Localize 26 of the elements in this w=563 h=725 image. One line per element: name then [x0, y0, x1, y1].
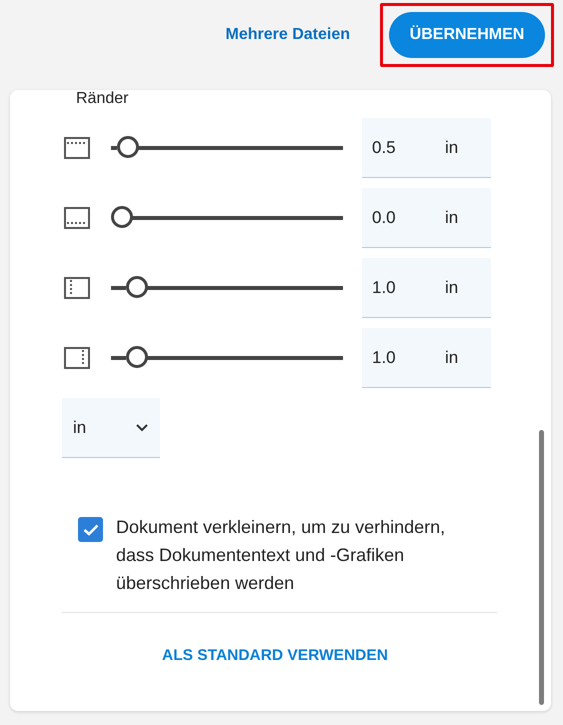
unit-dropdown[interactable]: in [62, 398, 160, 458]
margin-icon [64, 347, 90, 369]
section-title: Ränder [75, 90, 130, 109]
multiple-files-link[interactable]: Mehrere Dateien [226, 26, 350, 44]
margin-icon [64, 137, 90, 159]
shrink-checkbox[interactable] [78, 517, 103, 542]
unit-label: in [445, 348, 458, 368]
unit-label: in [445, 208, 458, 228]
apply-button[interactable]: ÜBERNEHMEN [389, 12, 545, 58]
checkbox-label: Dokument verkleinern, um zu verhindern, dass Dokumententext und -Grafiken überschrieben werden [116, 516, 446, 595]
slider-thumb[interactable] [111, 206, 133, 228]
slider-thumb[interactable] [126, 346, 148, 368]
margin-slider[interactable] [111, 348, 343, 368]
check-icon [82, 524, 98, 536]
margin-slider[interactable] [111, 278, 343, 298]
chevron-down-icon [136, 424, 148, 432]
margin-icon [64, 277, 90, 299]
slider-thumb[interactable] [117, 136, 140, 158]
unit-label: in [445, 138, 458, 158]
margin-icon [64, 207, 90, 229]
unit-label: in [445, 278, 458, 298]
set-default-button[interactable]: ALS STANDARD VERWENDEN [162, 647, 388, 665]
scrollbar[interactable] [539, 430, 544, 705]
slider-thumb[interactable] [126, 276, 148, 298]
margin-slider[interactable] [111, 208, 343, 228]
margin-slider[interactable] [111, 138, 343, 158]
